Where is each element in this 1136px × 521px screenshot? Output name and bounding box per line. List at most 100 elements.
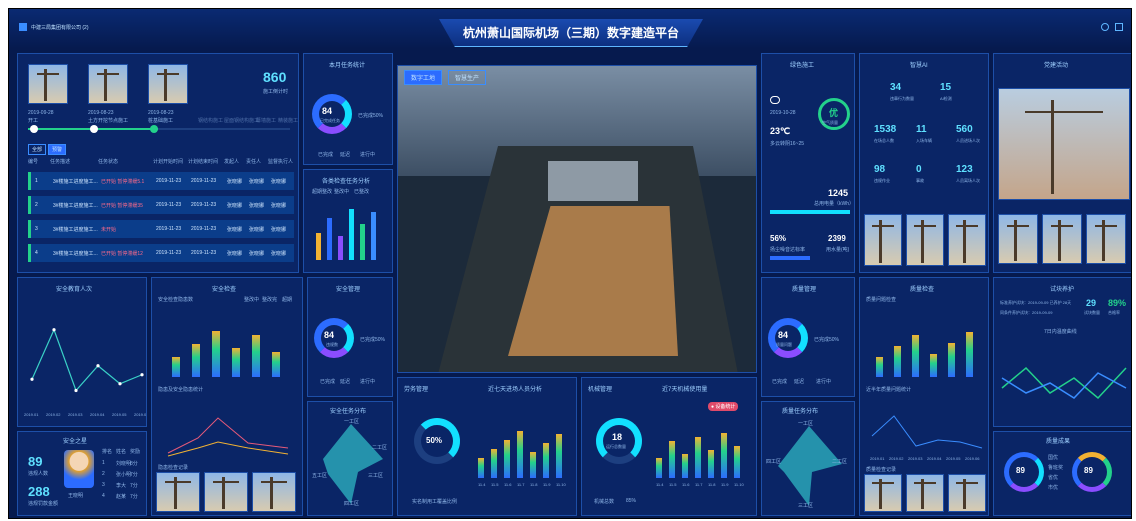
chart-bar (543, 443, 549, 478)
block-count: 29 (1086, 298, 1097, 308)
weather-date: 2019-10-28 (770, 110, 796, 116)
table-cell: 3#楼施工进度施工... (53, 179, 98, 185)
party-photo[interactable] (1086, 214, 1126, 264)
tab-warning[interactable]: 预警 (48, 144, 67, 155)
legend-item: 已完成 (772, 379, 788, 385)
footer-label: 机械总数 (594, 499, 615, 505)
chart-bar (172, 357, 180, 377)
timeline-node[interactable] (90, 125, 98, 133)
chart-bar (682, 454, 688, 478)
milestone-photo[interactable] (88, 64, 128, 104)
panel-title: 质量检查 (910, 287, 935, 293)
radar-label: 二工区 (372, 445, 388, 451)
table-cell: 3 (35, 226, 38, 232)
power-label: 总用电量（kWh） (814, 201, 855, 207)
column-header: 发起人 (224, 159, 240, 165)
chart-title: 近七天进场人员分析 (488, 387, 543, 393)
legend-item: 进行中 (360, 152, 376, 158)
dashboard: 中建三局集团有限公司 (2) 杭州萧山国际机场（三期）数字建造平台 860 施工… (8, 8, 1132, 519)
panel-title: 安全教育人次 (56, 287, 93, 293)
countdown-label: 施工倒计时 (263, 89, 289, 95)
legend-item: 国优 (1048, 455, 1059, 461)
table-row[interactable]: 1 3#楼施工进度施工... 已开始 暂停滞缓5.1 2019-11-23 2019-1… (28, 172, 294, 190)
tick-label: 11.5 (491, 482, 499, 487)
site-photo[interactable] (948, 214, 986, 266)
chart-subtitle: 近半年质量问题统计 (866, 387, 912, 393)
tab-digital-site[interactable]: 数字工地 (404, 70, 443, 85)
table-cell: 4 (35, 250, 38, 256)
milestone-photo[interactable] (28, 64, 68, 104)
quality-result-panel: 质量成果 89 89 国优 鲁班奖 省优 市优 (993, 431, 1131, 516)
table-row[interactable]: 4 3#楼施工进度施工... 已开始 暂停滞缓12 2019-11-23 2019-11… (28, 244, 294, 262)
tick-label: 11.6 (504, 482, 512, 487)
milestone-date: 2019-08-23 (88, 110, 114, 116)
chart-bar (912, 335, 919, 377)
chart-bar (232, 348, 240, 377)
column-header: 排名 (102, 449, 113, 455)
tick-label: 2019.03 (908, 456, 923, 461)
data-point (140, 373, 144, 377)
site-photo[interactable] (864, 214, 902, 266)
check-photo[interactable] (156, 472, 200, 512)
party-photo-main[interactable] (998, 88, 1130, 200)
legend-item: 鲁班奖 (1048, 465, 1064, 471)
table-cell: 张小明 (116, 472, 132, 478)
check-photo[interactable] (864, 474, 902, 512)
water-label: 用水量(吨) (826, 247, 850, 253)
legend-item: 超期 (282, 297, 293, 303)
table-cell: 张晓娜 (271, 251, 287, 257)
tab-all[interactable]: 全部 (28, 144, 47, 155)
milestone-date: 2019-08-23 (148, 110, 174, 116)
check-photo[interactable] (204, 472, 248, 512)
tick-label: 11.9 (721, 482, 729, 487)
tab-smart-production[interactable]: 智慧生产 (448, 70, 487, 85)
check-photo[interactable] (948, 474, 986, 512)
column-header: 编号 (28, 159, 39, 165)
chart-subtitle: 质量检查记录 (866, 467, 897, 473)
panel-title: 安全管理 (336, 287, 361, 293)
party-photo[interactable] (1042, 214, 1082, 264)
site-3d-viewer[interactable]: 数字工地 智慧生产 (397, 65, 757, 373)
chart-bar (721, 433, 727, 478)
stat-label: AI检测 (940, 96, 952, 101)
quality-line-chart (871, 415, 983, 449)
table-cell: 2019-11-23 (191, 226, 217, 232)
result-value: 89 (1084, 466, 1093, 475)
dust-rate: 56% (770, 234, 787, 243)
safety-education-panel: 安全教育人次 2019.01 2019.02 2019.03 2019.04 2019.… (17, 277, 147, 427)
check-photo[interactable] (906, 474, 944, 512)
water-value: 2399 (828, 234, 846, 243)
party-photo[interactable] (998, 214, 1038, 264)
labor-ratio: 50% (426, 436, 443, 445)
chart-subtitle: 7日内温度曲线 (1044, 329, 1077, 335)
milestone-label: 幕墙施工 (256, 118, 277, 124)
legend-item: 已整改 (354, 189, 370, 195)
stat-value: 123 (956, 164, 973, 175)
site-photo[interactable] (906, 214, 944, 266)
chart-subtitle: 质量问题检查 (866, 297, 897, 303)
chart-bar (695, 437, 701, 478)
timeline-node[interactable] (30, 125, 38, 133)
milestone-label: 钢结构施工 (198, 118, 224, 124)
chart-subtitle: 隐患及安全隐患统计 (158, 387, 204, 393)
table-row[interactable]: 2 3#楼施工进度施工... 已开始 暂停滞缓35 2019-11-23 2019-11… (28, 196, 294, 214)
check-photo[interactable] (252, 472, 296, 512)
series-line (31, 328, 143, 392)
table-cell: 刘晓明 (116, 461, 132, 467)
device-stat-badge[interactable]: ● 设备统计 (708, 402, 739, 411)
org-name: 中建三局集团有限公司 (2) (31, 25, 89, 31)
menu-icon[interactable] (1115, 23, 1123, 31)
milestone-label: 桩基础施工 (148, 118, 174, 124)
dust-bar (770, 256, 810, 260)
table-row[interactable]: 3 3#楼施工进度施工... 未开始 2019-11-23 2019-11-23 张晓娜张… (28, 220, 294, 238)
legend-item: 整改完 (262, 297, 278, 303)
fine-amount: 288 (28, 484, 50, 499)
info-icon[interactable] (1101, 23, 1109, 31)
milestone-photo[interactable] (148, 64, 188, 104)
table-cell: 7分 (130, 494, 138, 500)
legend-item: 进行中 (816, 379, 832, 385)
tick-label: 2019.02 (889, 456, 904, 461)
milestone-label: 开工 (28, 118, 39, 124)
timeline-node[interactable] (150, 125, 158, 133)
tick-label: 11.9 (543, 482, 551, 487)
